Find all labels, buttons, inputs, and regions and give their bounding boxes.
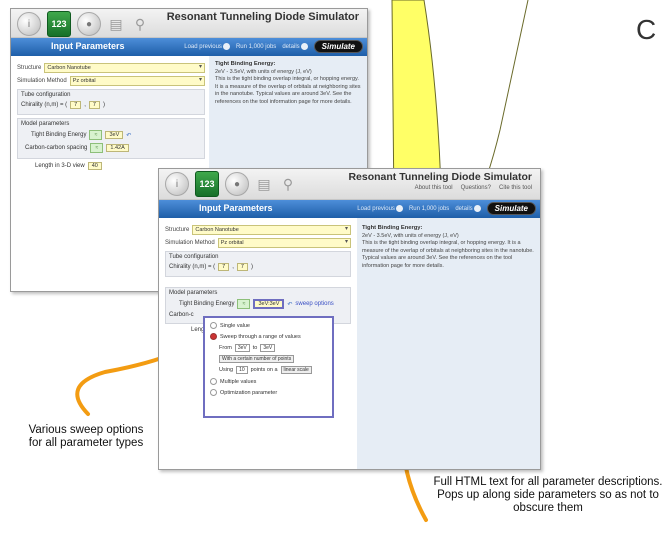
- length-label: Length in 3-D view: [35, 163, 85, 169]
- tube-config-heading: Tube configuration: [21, 92, 71, 98]
- chirality-m-input[interactable]: 7: [236, 263, 248, 271]
- tb-energy-input[interactable]: 3eV:3eV: [253, 299, 285, 309]
- run-jobs-link[interactable]: Run 1,000 jobs: [236, 44, 276, 50]
- tb-energy-icon: ≈: [237, 299, 251, 309]
- tool-info-icon[interactable]: i: [17, 12, 41, 36]
- optimization-radio[interactable]: [210, 389, 217, 396]
- structure-label: Structure: [17, 65, 42, 71]
- input-form: Structure Carbon Nanotube Simulation Met…: [17, 63, 205, 173]
- cite-link[interactable]: Cite this tool: [499, 185, 532, 191]
- desc-title: Tight Binding Energy:: [362, 225, 423, 231]
- scale-select[interactable]: linear scale: [280, 366, 312, 374]
- tb-energy-label: Tight Binding Energy: [31, 132, 87, 138]
- single-value-radio[interactable]: [210, 322, 217, 329]
- simulate-button[interactable]: Simulate: [486, 202, 536, 215]
- desc-units: 2eV - 3.5eV, with units of energy (J, eV…: [362, 232, 459, 239]
- slide-corner-letter: C: [636, 14, 657, 45]
- magnify-icon[interactable]: ⚲: [279, 173, 297, 195]
- chirality-label: Chirality (n,m) = (: [169, 264, 216, 270]
- model-params-heading: Model parameters: [169, 290, 218, 296]
- app-title: Resonant Tunneling Diode Simulator: [348, 171, 532, 183]
- desc-title: Tight Binding Energy:: [215, 61, 276, 67]
- input-toolbar: Input Parameters Load previous Run 1,000…: [159, 200, 540, 218]
- tube-config-heading: Tube configuration: [169, 254, 219, 260]
- optimization-option[interactable]: Optimization parameter: [210, 389, 327, 396]
- from-label: From: [219, 345, 232, 351]
- app-header: i 123 ● ▤ ⚲ Resonant Tunneling Diode Sim…: [11, 9, 367, 38]
- sweep-options-link[interactable]: sweep options: [295, 301, 333, 307]
- sweep-options-popup: Single value Sweep through a range of va…: [203, 316, 334, 418]
- to-input[interactable]: 3eV: [260, 344, 276, 352]
- to-label: to: [252, 345, 258, 351]
- chirality-n-input[interactable]: 7: [70, 101, 82, 109]
- chart-icon[interactable]: ▤: [107, 13, 125, 35]
- tube-config-group: Tube configuration Chirality (n,m) = ( 7…: [17, 89, 205, 115]
- desc-body: This is the tight binding overlap integr…: [215, 76, 361, 105]
- load-previous-link[interactable]: Load previous: [357, 204, 403, 212]
- structure-select[interactable]: Carbon Nanotube: [192, 225, 351, 235]
- settings-icon[interactable]: ●: [225, 172, 249, 196]
- structure-label: Structure: [165, 227, 190, 233]
- input-mode-icon[interactable]: 123: [47, 11, 71, 37]
- sweep-range-radio[interactable]: [210, 333, 217, 340]
- desc-units: 2eV - 3.5eV, with units of energy (J, eV…: [215, 68, 312, 75]
- multiple-values-option[interactable]: Multiple values: [210, 378, 327, 385]
- chart-icon[interactable]: ▤: [255, 173, 273, 195]
- left-caption: Various sweep options for all parameter …: [28, 424, 144, 449]
- points-label: points on a: [250, 367, 278, 373]
- settings-icon[interactable]: ●: [77, 12, 101, 36]
- about-link[interactable]: About this tool: [415, 185, 453, 191]
- details-link[interactable]: details: [282, 42, 308, 50]
- undo-icon[interactable]: ↶: [126, 132, 131, 139]
- details-link[interactable]: details: [455, 204, 481, 212]
- load-previous-link[interactable]: Load previous: [184, 42, 230, 50]
- questions-link[interactable]: Questions?: [461, 185, 491, 191]
- app-title: Resonant Tunneling Diode Simulator: [166, 11, 359, 23]
- toolbar-title: Input Parameters: [51, 41, 125, 51]
- cc-spacing-label: Carbon-carbon spacing: [25, 145, 88, 151]
- chirality-label: Chirality (n,m) = (: [21, 102, 68, 108]
- method-label: Simulation Method: [165, 240, 215, 246]
- tube-config-group: Tube configuration Chirality (n,m) = ( 7…: [165, 251, 351, 277]
- tb-energy-label: Tight Binding Energy: [179, 301, 235, 307]
- simulator-window-front: i 123 ● ▤ ⚲ Resonant Tunneling Diode Sim…: [158, 168, 541, 470]
- toolbar-title: Input Parameters: [199, 203, 273, 213]
- structure-select[interactable]: Carbon Nanotube: [44, 63, 205, 73]
- tb-energy-input[interactable]: 3eV: [105, 131, 124, 139]
- using-label: Using: [219, 367, 234, 373]
- model-params-heading: Model parameters: [21, 121, 70, 127]
- length-input[interactable]: 40: [87, 162, 102, 170]
- app-header: i 123 ● ▤ ⚲ Resonant Tunneling Diode Sim…: [159, 169, 540, 200]
- method-label: Simulation Method: [17, 78, 67, 84]
- description-text: Tight Binding Energy: 2eV - 3.5eV, with …: [215, 61, 361, 106]
- chirality-n-input[interactable]: 7: [218, 263, 230, 271]
- desc-body: This is the tight binding overlap integr…: [362, 240, 534, 269]
- simulate-button[interactable]: Simulate: [313, 40, 363, 53]
- tool-info-icon[interactable]: i: [165, 172, 189, 196]
- sweep-range-option[interactable]: Sweep through a range of values: [210, 333, 327, 340]
- cc-spacing-label-stub: Carbon-c: [169, 312, 194, 318]
- input-toolbar: Input Parameters Load previous Run 1,000…: [11, 38, 367, 56]
- cc-spacing-icon: ≈: [90, 143, 104, 153]
- from-input[interactable]: 3eV: [234, 344, 250, 352]
- single-value-option[interactable]: Single value: [210, 322, 327, 329]
- right-caption: Full HTML text for all parameter descrip…: [433, 476, 663, 514]
- method-select[interactable]: Pz orbital: [69, 76, 205, 86]
- tb-energy-icon: ≈: [89, 130, 103, 140]
- run-jobs-link[interactable]: Run 1,000 jobs: [409, 206, 449, 212]
- multiple-values-radio[interactable]: [210, 378, 217, 385]
- points-input[interactable]: 10: [236, 366, 248, 374]
- cc-spacing-input[interactable]: 1.42A: [106, 144, 129, 152]
- sweep-mode-select[interactable]: With a certain number of points: [219, 355, 295, 363]
- input-mode-icon[interactable]: 123: [195, 171, 219, 197]
- undo-icon[interactable]: ↶: [287, 301, 292, 308]
- method-select[interactable]: Pz orbital: [217, 238, 351, 248]
- chirality-m-input[interactable]: 7: [88, 101, 100, 109]
- model-params-group: Model parameters Tight Binding Energy ≈ …: [17, 118, 205, 159]
- magnify-icon[interactable]: ⚲: [131, 13, 149, 35]
- description-text: Tight Binding Energy: 2eV - 3.5eV, with …: [362, 225, 534, 270]
